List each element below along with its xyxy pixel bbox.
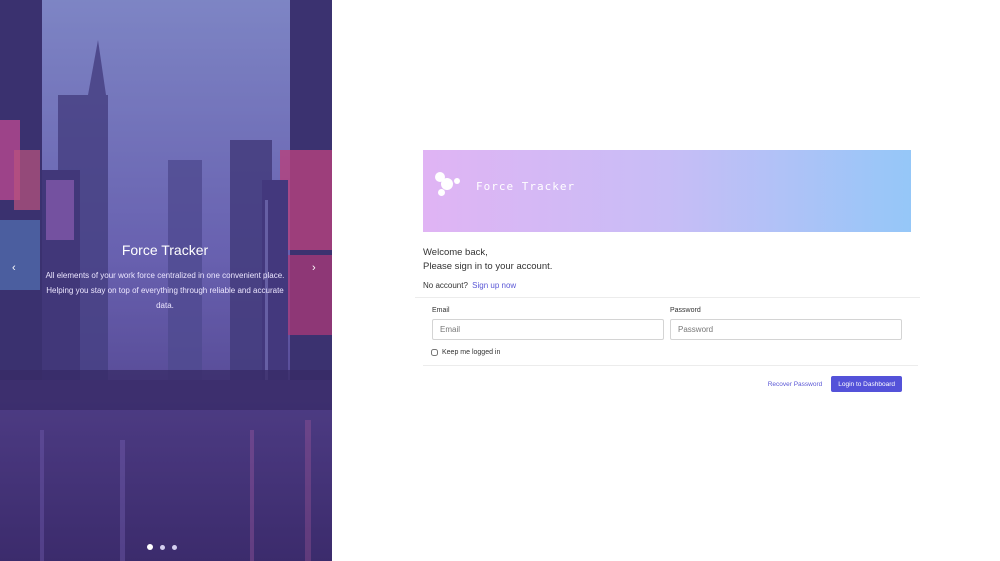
brand-banner: Force Tracker: [423, 150, 911, 232]
remember-checkbox[interactable]: [431, 349, 438, 356]
password-group: Password: [670, 307, 902, 340]
login-button[interactable]: Login to Dashboard: [831, 376, 902, 392]
email-label: Email: [432, 307, 450, 314]
signup-link[interactable]: Sign up now: [472, 281, 516, 290]
remember-me[interactable]: Keep me logged in: [431, 349, 920, 356]
email-field[interactable]: [432, 319, 664, 340]
hero-description: All elements of your work force centrali…: [45, 271, 285, 310]
email-group: Email: [432, 307, 664, 340]
brand-name: Force Tracker: [476, 180, 576, 193]
welcome-line-1: Welcome back,: [423, 247, 488, 258]
bubbles-logo-icon: [435, 172, 465, 200]
no-account-text: No account?: [423, 281, 468, 290]
password-field[interactable]: [670, 319, 902, 340]
welcome-line-2: Please sign in to your account.: [423, 261, 553, 272]
chevron-right-icon[interactable]: ›: [312, 262, 316, 274]
hero-title: Force Tracker: [121, 242, 209, 258]
carousel-dot-1[interactable]: [147, 544, 153, 550]
hero-carousel: Force Tracker All elements of your work …: [0, 0, 332, 561]
password-label: Password: [670, 307, 701, 314]
remember-label: Keep me logged in: [442, 349, 501, 356]
carousel-dot-2[interactable]: [160, 544, 165, 550]
carousel-indicators: [147, 544, 177, 550]
login-panel: Force Tracker Welcome back, Please sign …: [415, 150, 920, 392]
welcome-message: Welcome back, Please sign in to your acc…: [423, 246, 920, 274]
signup-prompt: No account? Sign up now: [423, 281, 920, 290]
hero-caption: Force Tracker All elements of your work …: [45, 240, 285, 313]
chevron-left-icon[interactable]: ‹: [12, 262, 16, 274]
credentials-row: Email Password: [432, 307, 920, 340]
recover-password-link[interactable]: Recover Password: [768, 381, 823, 388]
carousel-dot-3[interactable]: [172, 544, 177, 550]
divider: [415, 297, 920, 298]
divider: [423, 365, 918, 366]
login-actions: Recover Password Login to Dashboard: [415, 376, 920, 392]
